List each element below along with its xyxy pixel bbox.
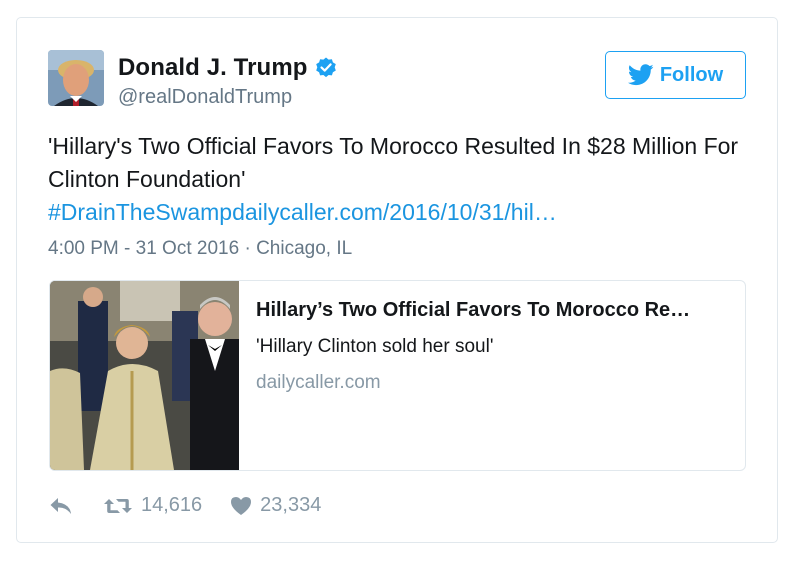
reply-icon: [49, 496, 73, 516]
display-name[interactable]: Donald J. Trump: [118, 54, 308, 82]
tweet-body: 'Hillary's Two Official Favors To Morocc…: [48, 133, 739, 192]
avatar-image: [48, 50, 104, 106]
follow-button[interactable]: Follow: [605, 51, 746, 99]
tweet-location[interactable]: Chicago, IL: [256, 238, 352, 259]
tweet-meta: 4:00 PM - 31 Oct 2016 · Chicago, IL: [48, 238, 352, 260]
verified-badge-icon: [314, 56, 338, 80]
retweet-button[interactable]: 14,616: [103, 494, 202, 517]
card-title: Hillary’s Two Official Favors To Morocco…: [256, 299, 691, 321]
retweet-icon: [103, 496, 133, 516]
card-domain: dailycaller.com: [256, 372, 381, 393]
like-count: 23,334: [260, 494, 322, 516]
user-handle[interactable]: @realDonaldTrump: [118, 86, 292, 109]
meta-separator: ·: [239, 238, 257, 259]
tweet-actions: 14,616 23,334: [49, 494, 321, 517]
follow-label: Follow: [659, 63, 724, 86]
tweet-text: 'Hillary's Two Official Favors To Morocc…: [48, 130, 758, 229]
reply-button[interactable]: [49, 496, 73, 516]
heart-icon: [230, 496, 252, 516]
avatar[interactable]: [48, 50, 104, 106]
tweet-card: Donald J. Trump @realDonaldTrump Follow …: [16, 17, 778, 543]
like-button[interactable]: 23,334: [230, 494, 321, 517]
tweet-link[interactable]: #DrainTheSwampdailycaller.com/2016/10/31…: [48, 199, 557, 225]
tweet-timestamp[interactable]: 4:00 PM - 31 Oct 2016: [48, 238, 239, 259]
twitter-bird-icon: [627, 64, 654, 86]
card-thumbnail: [50, 281, 239, 470]
card-body: Hillary’s Two Official Favors To Morocco…: [239, 281, 739, 470]
card-description: 'Hillary Clinton sold her soul': [256, 336, 494, 357]
link-preview-card[interactable]: Hillary’s Two Official Favors To Morocco…: [49, 280, 746, 471]
name-row: Donald J. Trump: [118, 54, 338, 82]
retweet-count: 14,616: [141, 494, 203, 516]
